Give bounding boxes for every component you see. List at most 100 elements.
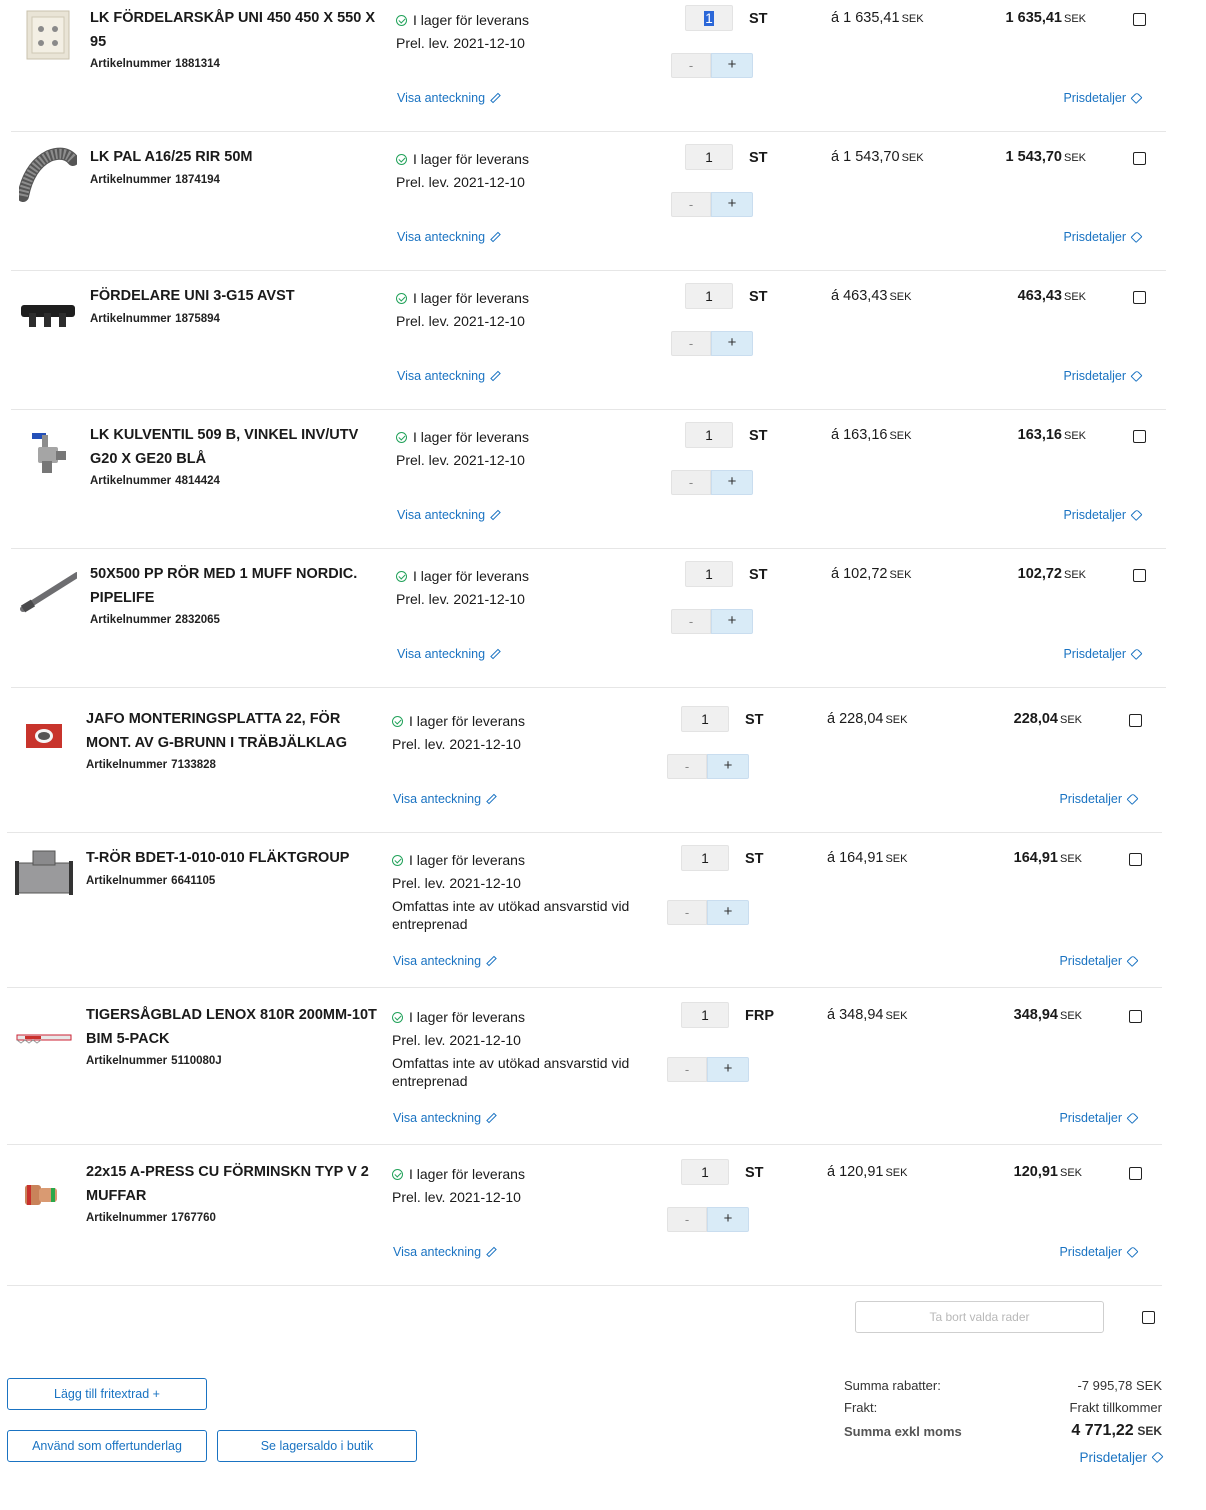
decrease-button[interactable]: - <box>671 331 711 356</box>
article-number: Artikelnummer 6641105 <box>86 874 216 887</box>
tag-icon <box>1126 954 1139 967</box>
product-name[interactable]: LK PAL A16/25 RIR 50M Artikelnummer 18741… <box>90 146 385 190</box>
use-as-quote-button[interactable]: Använd som offertunderlag <box>7 1430 207 1462</box>
quantity-input[interactable]: 1 <box>681 845 729 871</box>
quantity-input[interactable]: 1 <box>685 561 733 587</box>
price-details-link[interactable]: Prisdetaljer <box>1063 508 1143 522</box>
quantity-input[interactable]: 1 <box>681 1159 729 1185</box>
row-select-checkbox[interactable] <box>1133 569 1146 582</box>
quantity-stepper: - + <box>667 900 749 925</box>
quantity-input[interactable]: 1 <box>681 706 729 732</box>
tag-icon <box>1130 230 1143 243</box>
delivery-date: Prel. lev. 2021-12-10 <box>392 1032 521 1048</box>
cart-row: 50X500 PP RÖR MED 1 MUFF NORDIC. PIPELIF… <box>11 548 1166 688</box>
increase-button[interactable]: + <box>707 900 749 925</box>
article-number: Artikelnummer 2832065 <box>90 614 220 626</box>
show-note-link[interactable]: Visa anteckning <box>397 369 501 383</box>
decrease-button[interactable]: - <box>671 470 711 495</box>
increase-button[interactable]: + <box>711 609 753 634</box>
unit-price: á 463,43 SEK <box>831 288 912 304</box>
check-circle-icon <box>396 432 407 443</box>
price-details-link[interactable]: Prisdetaljer <box>1059 792 1139 806</box>
product-name[interactable]: TIGERSÅGBLAD LENOX 810R 200MM-10T BIM 5-… <box>86 1004 381 1071</box>
select-all-checkbox[interactable] <box>1142 1311 1155 1324</box>
row-select-checkbox[interactable] <box>1133 152 1146 165</box>
increase-button[interactable]: + <box>711 470 753 495</box>
show-note-link[interactable]: Visa anteckning <box>393 954 497 968</box>
increase-button[interactable]: + <box>707 1057 749 1082</box>
unit-price: á 228,04 SEK <box>827 711 908 727</box>
quantity-stepper: - + <box>671 331 753 356</box>
warranty-note: Omfattas inte av utökad ansvarstid vid e… <box>392 898 630 932</box>
price-details-link[interactable]: Prisdetaljer <box>1063 230 1143 244</box>
unit-price: á 1 635,41 SEK <box>831 10 924 26</box>
product-name[interactable]: 50X500 PP RÖR MED 1 MUFF NORDIC. PIPELIF… <box>90 563 385 630</box>
cart-row: FÖRDELARE UNI 3-G15 AVST Artikelnummer 18… <box>11 270 1166 410</box>
add-freetext-button[interactable]: Lägg till fritextrad + <box>7 1378 207 1410</box>
product-name[interactable]: 22x15 A-PRESS CU FÖRMINSKN TYP V 2 MUFFA… <box>86 1161 381 1228</box>
quantity-input[interactable]: 1 <box>685 5 733 31</box>
see-store-stock-button[interactable]: Se lagersaldo i butik <box>217 1430 417 1462</box>
pipe-icon <box>19 562 77 620</box>
quantity-input[interactable]: 1 <box>681 1002 729 1028</box>
row-select-checkbox[interactable] <box>1133 430 1146 443</box>
show-note-link[interactable]: Visa anteckning <box>397 647 501 661</box>
summary-price-details-link[interactable]: Prisdetaljer <box>1079 1450 1164 1465</box>
tag-icon <box>1130 91 1143 104</box>
increase-button[interactable]: + <box>707 1207 749 1232</box>
check-circle-icon <box>396 154 407 165</box>
show-note-link[interactable]: Visa anteckning <box>397 508 501 522</box>
product-name[interactable]: LK FÖRDELARSKÅP UNI 450 450 X 550 X 95 A… <box>90 7 385 74</box>
show-note-link[interactable]: Visa anteckning <box>397 230 501 244</box>
decrease-button[interactable]: - <box>671 53 711 78</box>
price-details-link[interactable]: Prisdetaljer <box>1059 954 1139 968</box>
decrease-button[interactable]: - <box>667 1207 707 1232</box>
quantity-stepper: - + <box>671 609 753 634</box>
product-name[interactable]: LK KULVENTIL 509 B, VINKEL INV/UTV G20 X… <box>90 424 385 491</box>
increase-button[interactable]: + <box>711 192 753 217</box>
tag-icon <box>1126 1245 1139 1258</box>
decrease-button[interactable]: - <box>667 754 707 779</box>
quantity-input[interactable]: 1 <box>685 283 733 309</box>
product-name[interactable]: FÖRDELARE UNI 3-G15 AVST Artikelnummer 18… <box>90 285 385 329</box>
show-note-link[interactable]: Visa anteckning <box>393 792 497 806</box>
article-number: Artikelnummer 1875894 <box>90 312 220 325</box>
price-details-link[interactable]: Prisdetaljer <box>1059 1111 1139 1125</box>
price-details-link[interactable]: Prisdetaljer <box>1063 647 1143 661</box>
row-select-checkbox[interactable] <box>1129 853 1142 866</box>
decrease-button[interactable]: - <box>667 1057 707 1082</box>
tag-icon <box>1130 508 1143 521</box>
delivery-date: Prel. lev. 2021-12-10 <box>396 313 525 329</box>
remove-selected-button[interactable]: Ta bort valda rader <box>855 1301 1104 1333</box>
decrease-button[interactable]: - <box>667 900 707 925</box>
row-select-checkbox[interactable] <box>1133 291 1146 304</box>
quantity-stepper: - + <box>667 1207 749 1232</box>
show-note-link[interactable]: Visa anteckning <box>393 1245 497 1259</box>
show-note-link[interactable]: Visa anteckning <box>393 1111 497 1125</box>
unit-price: á 163,16 SEK <box>831 427 912 443</box>
row-select-checkbox[interactable] <box>1129 1010 1142 1023</box>
product-name[interactable]: JAFO MONTERINGSPLATTA 22, FÖR MONT. AV G… <box>86 708 381 775</box>
pencil-icon <box>490 370 501 382</box>
quantity-input[interactable]: 1 <box>685 144 733 170</box>
decrease-button[interactable]: - <box>671 192 711 217</box>
row-select-checkbox[interactable] <box>1133 13 1146 26</box>
unit-price: á 120,91 SEK <box>827 1164 908 1180</box>
delivery-date: Prel. lev. 2021-12-10 <box>392 736 521 752</box>
row-select-checkbox[interactable] <box>1129 1167 1142 1180</box>
check-circle-icon <box>396 293 407 304</box>
cart-row: JAFO MONTERINGSPLATTA 22, FÖR MONT. AV G… <box>7 693 1162 833</box>
price-details-link[interactable]: Prisdetaljer <box>1063 91 1143 105</box>
row-select-checkbox[interactable] <box>1129 714 1142 727</box>
price-details-link[interactable]: Prisdetaljer <box>1059 1245 1139 1259</box>
decrease-button[interactable]: - <box>671 609 711 634</box>
increase-button[interactable]: + <box>711 331 753 356</box>
pencil-icon <box>486 1246 497 1258</box>
price-details-link[interactable]: Prisdetaljer <box>1063 369 1143 383</box>
pipe-coil-icon <box>19 145 77 203</box>
quantity-input[interactable]: 1 <box>685 422 733 448</box>
increase-button[interactable]: + <box>711 53 753 78</box>
show-note-link[interactable]: Visa anteckning <box>397 91 501 105</box>
product-name[interactable]: T-RÖR BDET-1-010-010 FLÄKTGROUP Artikeln… <box>86 847 381 891</box>
increase-button[interactable]: + <box>707 754 749 779</box>
